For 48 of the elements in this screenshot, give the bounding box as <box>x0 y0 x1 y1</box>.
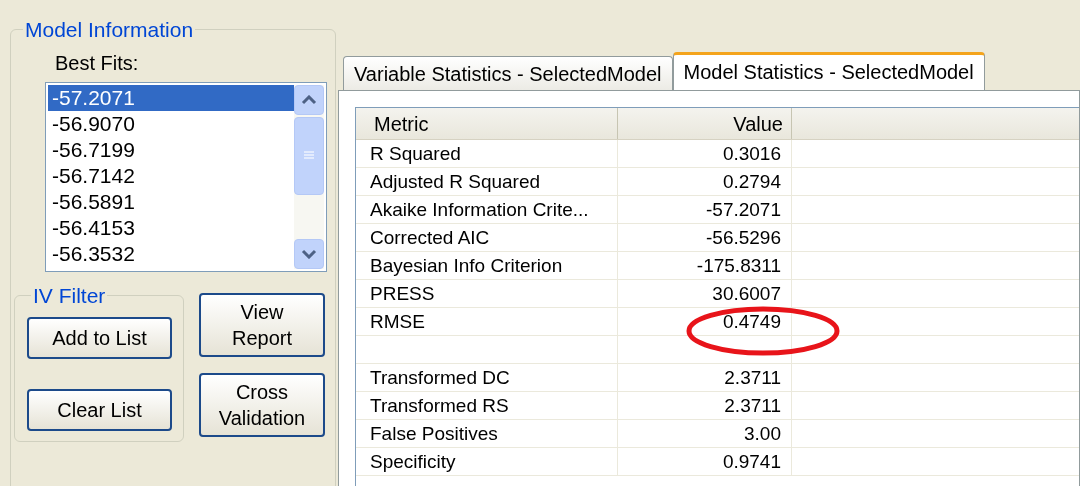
group-title: Model Information <box>24 17 195 43</box>
table-cell: PRESS <box>356 280 618 307</box>
list-item[interactable]: -57.2071 <box>48 84 294 111</box>
table-cell: -57.2071 <box>618 196 792 223</box>
list-item[interactable]: -56.7142 <box>48 162 294 189</box>
table-cell: 3.00 <box>618 420 792 447</box>
table-cell: 2.3711 <box>618 364 792 391</box>
table-cell: Corrected AIC <box>356 224 618 251</box>
scroll-up-button[interactable] <box>294 84 324 115</box>
scrollbar[interactable] <box>294 84 324 269</box>
table-cell: False Positives <box>356 420 618 447</box>
table-cell: Transformed RS <box>356 392 618 419</box>
list-item[interactable]: -56.4153 <box>48 214 294 241</box>
tab[interactable]: Variable Statistics - SelectedModel <box>343 56 673 90</box>
list-item[interactable]: -56.3532 <box>48 240 294 267</box>
list-label: Best Fits: <box>55 50 140 76</box>
table-cell: -175.8311 <box>618 252 792 279</box>
best-fits-list[interactable]: -57.2071 -56.9070 -56.7199 -56.7142 -56.5891 -56.4153 -56.3532 <box>45 81 327 272</box>
scroll-down-button[interactable] <box>294 238 324 269</box>
table-cell: 30.6007 <box>618 280 792 307</box>
table-cell: -56.5296 <box>618 224 792 251</box>
table-cell: Akaike Information Crite... <box>356 196 618 223</box>
filter-button[interactable]: Clear List <box>27 389 172 431</box>
list-item[interactable]: -56.7199 <box>48 136 294 163</box>
table-cell: RMSE <box>356 308 618 335</box>
list-item[interactable]: -56.5891 <box>48 188 294 215</box>
group-title: IV Filter <box>32 282 107 309</box>
scroll-thumb[interactable] <box>294 116 324 195</box>
table-cell: 2.3711 <box>618 392 792 419</box>
table-cell: 0.9741 <box>618 448 792 475</box>
table-cell: Transformed DC <box>356 364 618 391</box>
column-header[interactable]: Value <box>618 108 792 139</box>
table-cell: 0.3016 <box>618 140 792 167</box>
caret-down-icon <box>301 248 317 259</box>
action-button[interactable]: View Report <box>199 292 325 357</box>
filter-button[interactable]: Add to List <box>27 317 172 359</box>
list-item[interactable]: -56.9070 <box>48 110 294 137</box>
caret-up-icon <box>301 94 317 105</box>
column-header[interactable]: Metric <box>356 108 618 139</box>
table-cell: R Squared <box>356 140 618 167</box>
action-button[interactable]: Cross Validation <box>199 372 325 437</box>
tab[interactable]: Model Statistics - SelectedModel <box>672 52 985 90</box>
table-cell: Bayesian Info Criterion <box>356 252 618 279</box>
grip-icon <box>303 150 315 161</box>
table-cell: 0.4749 <box>618 308 792 335</box>
table-cell: 0.2794 <box>618 168 792 195</box>
table-cell: Specificity <box>356 448 618 475</box>
table-cell: Adjusted R Squared <box>356 168 618 195</box>
